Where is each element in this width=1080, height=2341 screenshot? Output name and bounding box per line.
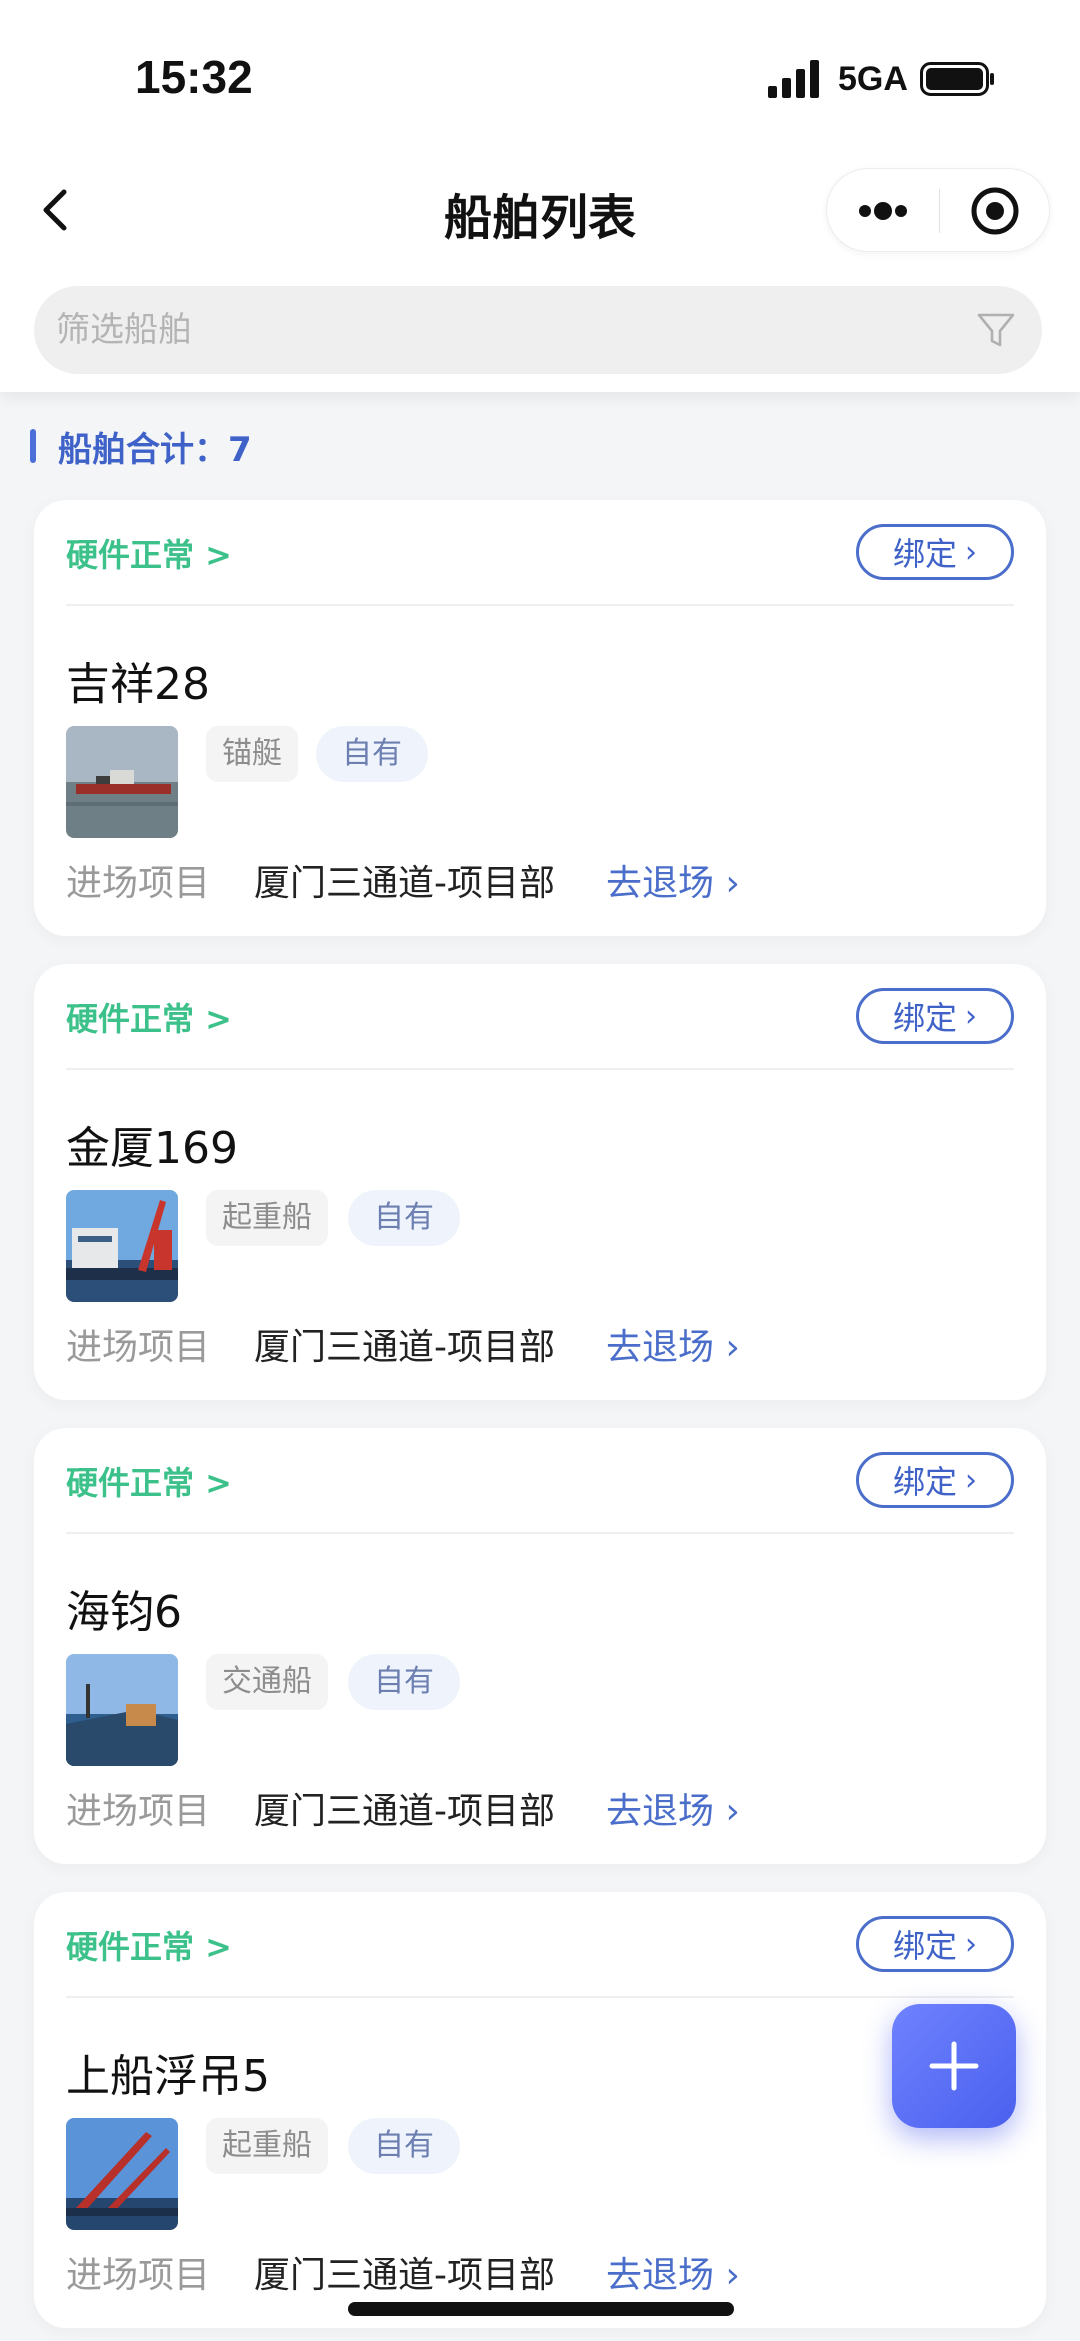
ownership-tag: 自有 (348, 1654, 460, 1710)
entry-project-label: 进场项目 (66, 1791, 211, 1832)
status-bar: 15:32 5GA (0, 0, 1080, 160)
ship-photo[interactable] (66, 1190, 178, 1302)
ship-type-tag: 交通船 (206, 1654, 328, 1710)
hardware-status-link[interactable]: 硬件正常 > (66, 1458, 232, 1504)
ship-photo[interactable] (66, 2118, 178, 2230)
signal-icon (768, 60, 824, 98)
ship-type-tag: 锚艇 (206, 726, 298, 782)
chevron-right-icon: › (965, 998, 977, 1034)
hardware-status-link[interactable]: 硬件正常 > (66, 994, 232, 1040)
ship-count-summary: 船舶合计：7 (30, 424, 252, 470)
more-dots-icon (859, 202, 907, 220)
bind-button[interactable]: 绑定 › (856, 524, 1014, 580)
bind-button-label: 绑定 (892, 1463, 957, 1501)
ship-photo[interactable] (66, 1654, 178, 1766)
bind-button-label: 绑定 (892, 535, 957, 573)
card-divider (66, 1532, 1014, 1534)
bind-button-label: 绑定 (892, 1927, 957, 1965)
top-header: 15:32 5GA 船舶列表 (0, 0, 1080, 392)
ship-card: 硬件正常 > 绑定 › 海钧6 交通船 自有 进场项目 厦门三通道-项目部 去退… (34, 1428, 1046, 1864)
exit-site-link[interactable]: 去退场 › (606, 2246, 740, 2298)
summary-accent-bar (30, 429, 36, 463)
ship-name: 吉祥28 (66, 659, 210, 710)
bind-button-label: 绑定 (892, 999, 957, 1037)
status-time: 15:32 (135, 51, 253, 103)
navigation-bar: 船舶列表 (0, 160, 1080, 260)
home-indicator (348, 2302, 734, 2316)
card-divider (66, 1996, 1014, 1998)
search-input[interactable] (56, 286, 956, 374)
close-miniprogram-button[interactable] (940, 169, 1050, 253)
more-button[interactable] (827, 169, 939, 253)
bind-button[interactable]: 绑定 › (856, 1452, 1014, 1508)
target-circle-icon (971, 187, 1019, 235)
ship-card: 硬件正常 > 绑定 › 金厦169 起重船 自有 进场项目 厦门三通道-项目部 … (34, 964, 1046, 1400)
ship-type-tag: 起重船 (206, 2118, 328, 2174)
plus-icon (929, 2041, 979, 2091)
entry-project-value: 厦门三通道-项目部 (254, 863, 555, 904)
add-ship-button[interactable] (892, 2004, 1016, 2128)
entry-project-value: 厦门三通道-项目部 (254, 1791, 555, 1832)
entry-project-label: 进场项目 (66, 1327, 211, 1368)
ship-photo[interactable] (66, 726, 178, 838)
chevron-right-icon: › (965, 534, 977, 570)
chevron-right-icon: › (965, 1926, 977, 1962)
hardware-status-link[interactable]: 硬件正常 > (66, 530, 232, 576)
exit-site-link[interactable]: 去退场 › (606, 1318, 740, 1370)
card-divider (66, 604, 1014, 606)
ownership-tag: 自有 (316, 726, 428, 782)
ship-name: 上船浮吊5 (66, 2051, 270, 2102)
entry-project-value: 厦门三通道-项目部 (254, 1327, 555, 1368)
ship-type-tag: 起重船 (206, 1190, 328, 1246)
summary-text: 船舶合计：7 (58, 429, 252, 470)
ownership-tag: 自有 (348, 2118, 460, 2174)
hardware-status-link[interactable]: 硬件正常 > (66, 1922, 232, 1968)
filter-funnel-icon[interactable] (974, 308, 1018, 352)
bind-button[interactable]: 绑定 › (856, 988, 1014, 1044)
network-label: 5GA (838, 60, 908, 98)
exit-site-link[interactable]: 去退场 › (606, 1782, 740, 1834)
ship-card: 硬件正常 > 绑定 › 吉祥28 锚艇 自有 进场项目 厦门三通道-项目部 去退… (34, 500, 1046, 936)
mini-program-capsule (826, 168, 1050, 252)
ship-name: 海钧6 (66, 1587, 182, 1638)
entry-project-label: 进场项目 (66, 2255, 211, 2296)
search-bar (34, 286, 1042, 374)
entry-project-value: 厦门三通道-项目部 (254, 2255, 555, 2296)
battery-icon (920, 62, 994, 96)
ownership-tag: 自有 (348, 1190, 460, 1246)
entry-project-label: 进场项目 (66, 863, 211, 904)
bind-button[interactable]: 绑定 › (856, 1916, 1014, 1972)
card-divider (66, 1068, 1014, 1070)
ship-name: 金厦169 (66, 1123, 238, 1174)
chevron-right-icon: › (965, 1462, 977, 1498)
exit-site-link[interactable]: 去退场 › (606, 854, 740, 906)
